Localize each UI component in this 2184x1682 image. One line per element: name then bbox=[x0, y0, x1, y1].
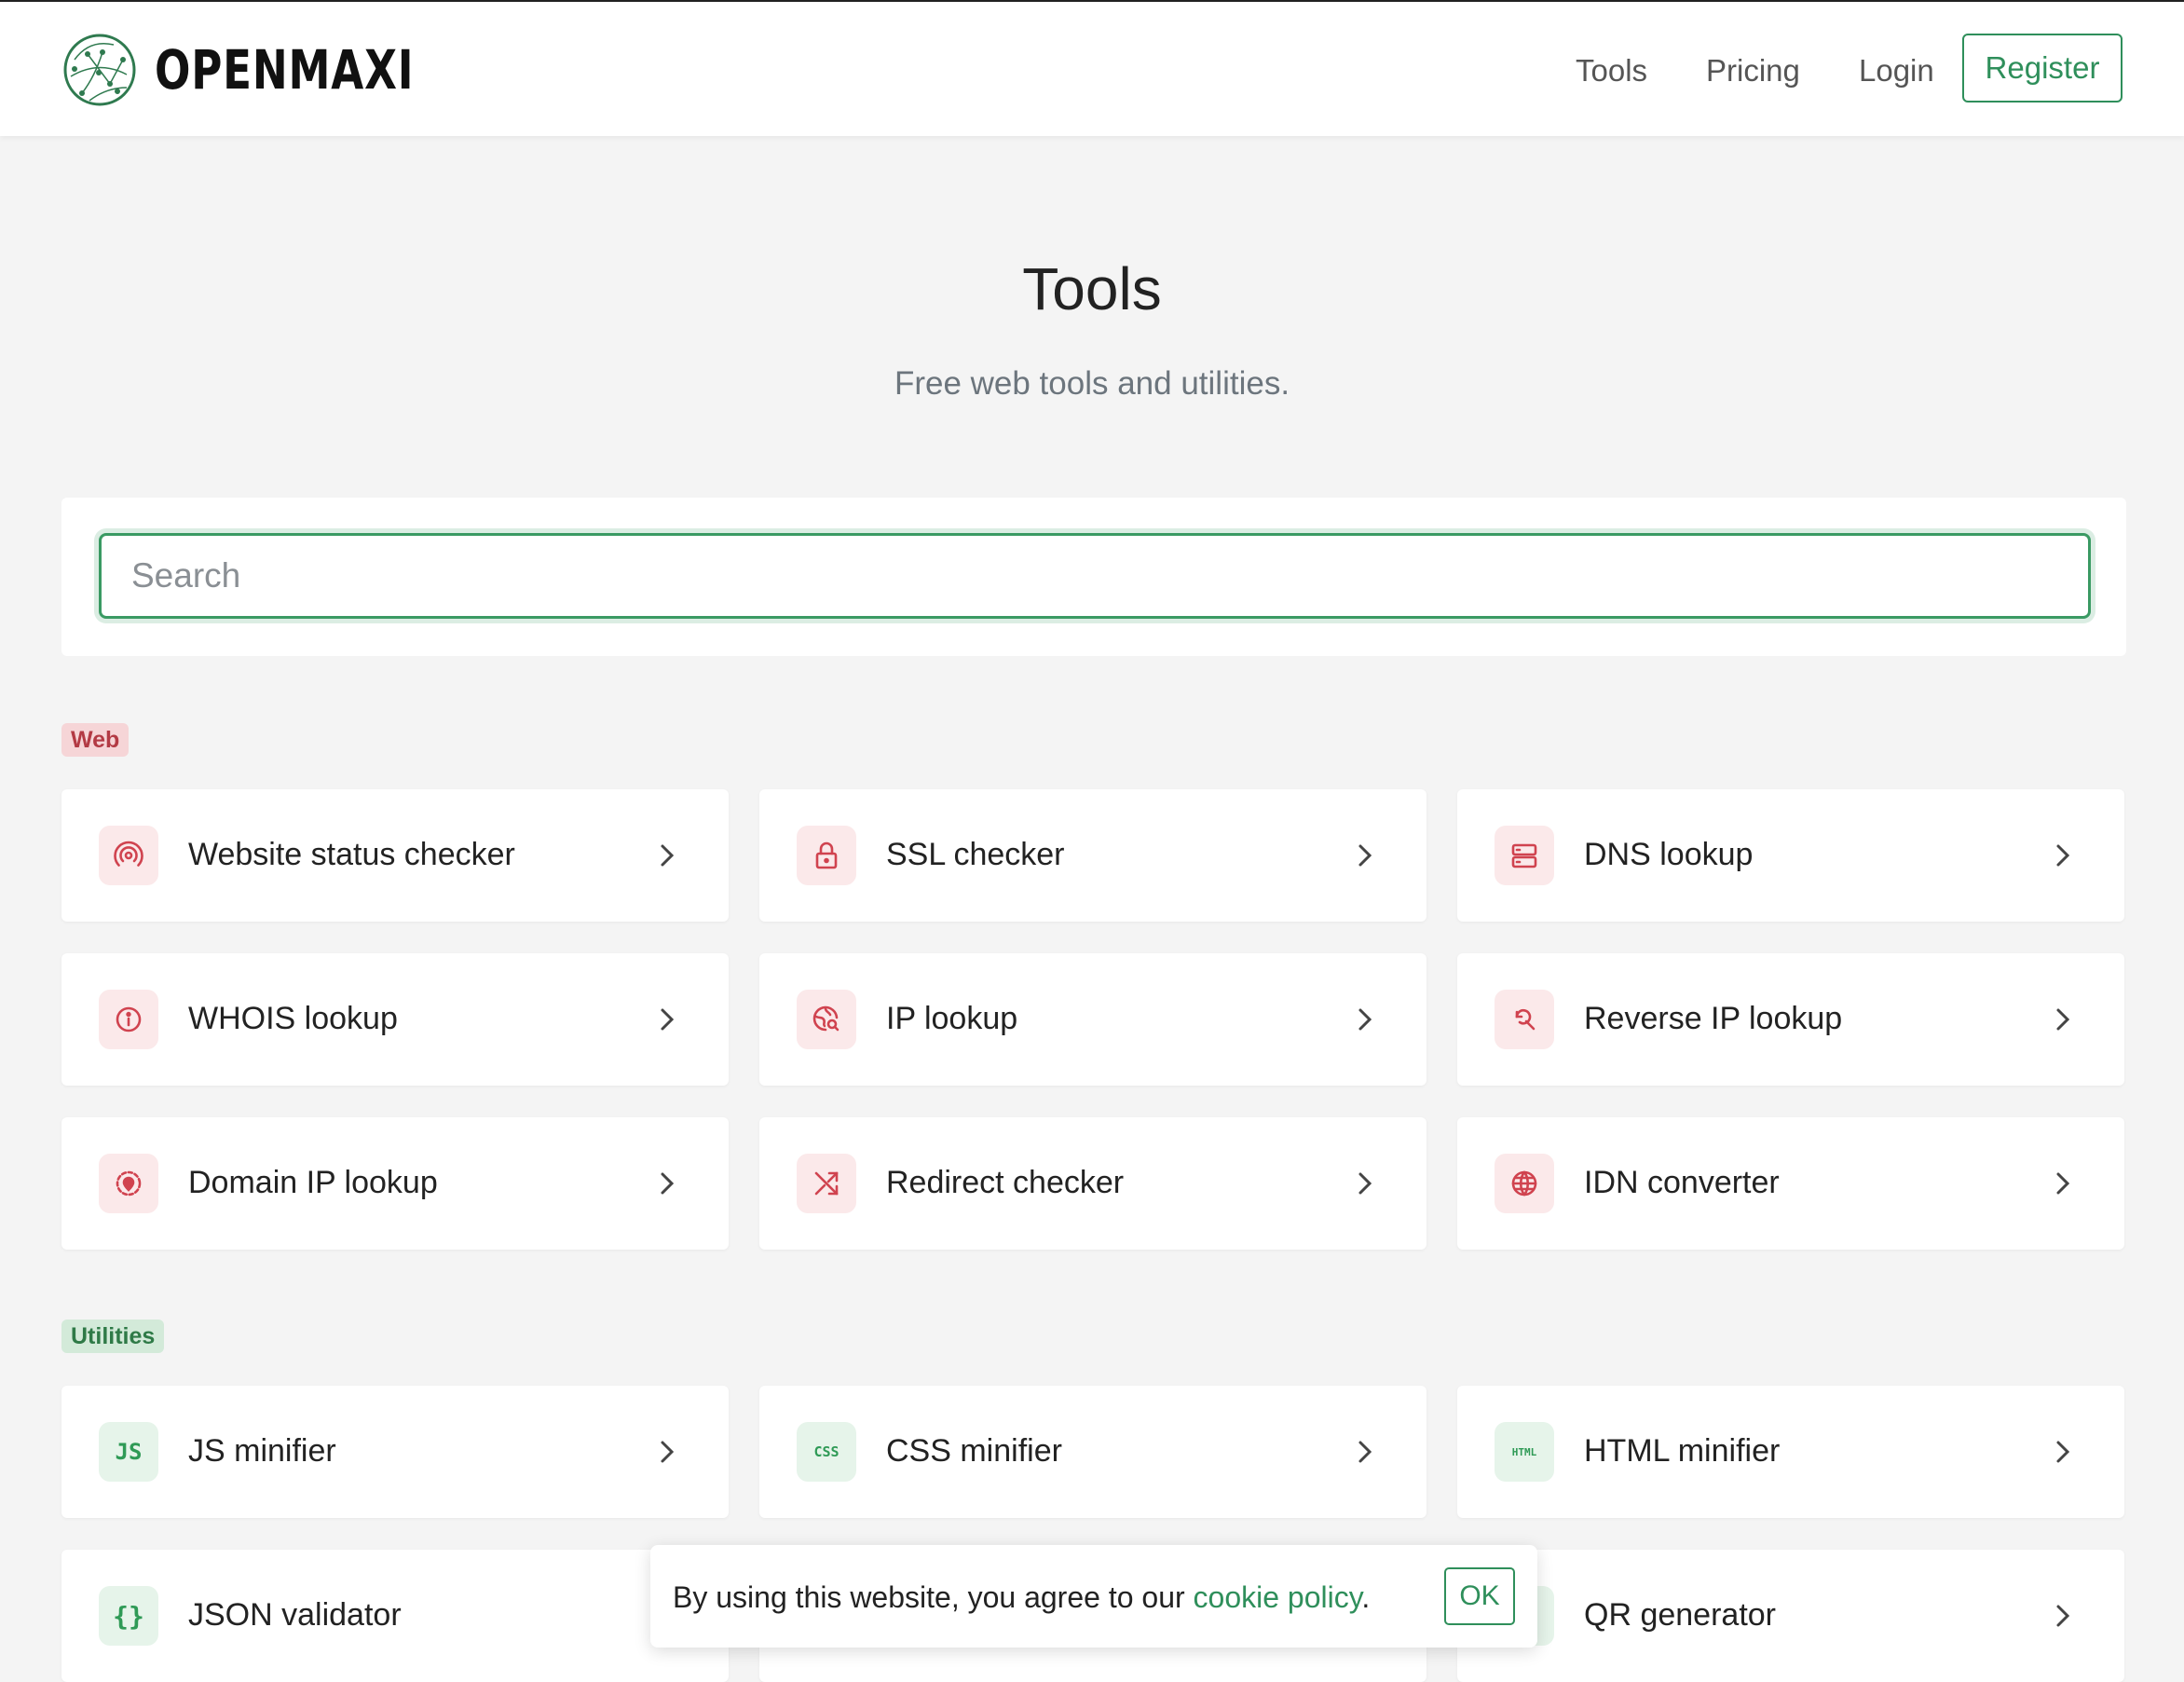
chevron-right-icon bbox=[661, 844, 675, 867]
info-icon bbox=[99, 990, 158, 1049]
broadcast-icon bbox=[99, 826, 158, 885]
tool-label: DNS lookup bbox=[1584, 837, 1754, 872]
chevron-right-icon bbox=[661, 1008, 675, 1031]
tool-label: Website status checker bbox=[188, 837, 515, 872]
chevron-right-icon bbox=[661, 1441, 675, 1463]
tool-label: Redirect checker bbox=[886, 1165, 1125, 1200]
search-rotate-icon bbox=[1495, 990, 1554, 1049]
cookie-banner: By using this website, you agree to our … bbox=[650, 1545, 1537, 1648]
tool-card-js-minifier[interactable]: JS JS minifier bbox=[61, 1386, 729, 1518]
brand-name[interactable]: OPENMAXI bbox=[155, 35, 414, 104]
cookie-policy-link[interactable]: cookie policy bbox=[1194, 1580, 1362, 1614]
search-input[interactable] bbox=[99, 533, 2091, 619]
search-card bbox=[61, 498, 2126, 656]
chevron-right-icon bbox=[2056, 844, 2070, 867]
lock-icon bbox=[797, 826, 856, 885]
globe-icon bbox=[1495, 1154, 1554, 1213]
shuffle-icon bbox=[797, 1154, 856, 1213]
cookie-text-after: . bbox=[1361, 1580, 1371, 1614]
tool-label: Reverse IP lookup bbox=[1584, 1001, 1843, 1036]
chevron-right-icon bbox=[2056, 1172, 2070, 1195]
tool-card-qr-generator[interactable]: QR generator bbox=[1457, 1550, 2124, 1682]
tool-card-html-minifier[interactable]: HTML HTML minifier bbox=[1457, 1386, 2124, 1518]
tool-card-idn-converter[interactable]: IDN converter bbox=[1457, 1117, 2124, 1250]
chevron-right-icon bbox=[2056, 1008, 2070, 1031]
globe-search-icon bbox=[797, 990, 856, 1049]
html-icon: HTML bbox=[1495, 1422, 1554, 1482]
tool-card-css-minifier[interactable]: CSS CSS minifier bbox=[759, 1386, 1426, 1518]
chevron-right-icon bbox=[1358, 1008, 1372, 1031]
tool-label: QR generator bbox=[1584, 1597, 1776, 1633]
page-subtitle: Free web tools and utilities. bbox=[894, 365, 1290, 402]
tool-card-redirect-checker[interactable]: Redirect checker bbox=[759, 1117, 1426, 1250]
chevron-right-icon bbox=[2056, 1441, 2070, 1463]
nav-login[interactable]: Login bbox=[1859, 50, 1934, 91]
chevron-right-icon bbox=[1358, 1441, 1372, 1463]
cookie-text-before: By using this website, you agree to our bbox=[673, 1580, 1194, 1614]
location-pin-icon bbox=[99, 1154, 158, 1213]
section-badge-web: Web bbox=[61, 723, 130, 757]
tool-label: Domain IP lookup bbox=[188, 1165, 438, 1200]
tool-card-whois-lookup[interactable]: WHOIS lookup bbox=[61, 953, 729, 1086]
tool-label: IDN converter bbox=[1584, 1165, 1780, 1200]
section-badge-utilities: Utilities bbox=[61, 1320, 165, 1353]
chevron-right-icon bbox=[2056, 1605, 2070, 1627]
page-title: Tools bbox=[1022, 255, 1162, 322]
tool-card-domain-ip-lookup[interactable]: Domain IP lookup bbox=[61, 1117, 729, 1250]
js-icon: JS bbox=[99, 1422, 158, 1482]
nav-tools[interactable]: Tools bbox=[1576, 50, 1647, 91]
register-button[interactable]: Register bbox=[1962, 34, 2123, 103]
tool-label: WHOIS lookup bbox=[188, 1001, 398, 1036]
tool-card-json-validator[interactable]: {} JSON validator bbox=[61, 1550, 729, 1682]
server-icon bbox=[1495, 826, 1554, 885]
chevron-right-icon bbox=[1358, 844, 1372, 867]
tool-label: CSS minifier bbox=[886, 1433, 1062, 1469]
tool-card-ssl-checker[interactable]: SSL checker bbox=[759, 789, 1426, 922]
logo-icon[interactable] bbox=[61, 32, 138, 108]
tool-label: JSON validator bbox=[188, 1597, 402, 1633]
css-icon: CSS bbox=[797, 1422, 856, 1482]
tool-card-website-status-checker[interactable]: Website status checker bbox=[61, 789, 729, 922]
tool-card-ip-lookup[interactable]: IP lookup bbox=[759, 953, 1426, 1086]
tool-label: SSL checker bbox=[886, 837, 1065, 872]
chevron-right-icon bbox=[661, 1172, 675, 1195]
tool-label: IP lookup bbox=[886, 1001, 1018, 1036]
nav-pricing[interactable]: Pricing bbox=[1706, 50, 1800, 91]
cookie-text: By using this website, you agree to our … bbox=[673, 1577, 1370, 1618]
tool-card-dns-lookup[interactable]: DNS lookup bbox=[1457, 789, 2124, 922]
cookie-ok-button[interactable]: OK bbox=[1444, 1567, 1515, 1625]
site-header: OPENMAXI Tools Pricing Login Register bbox=[0, 2, 2184, 136]
tool-label: JS minifier bbox=[188, 1433, 336, 1469]
braces-icon: {} bbox=[99, 1586, 158, 1646]
chevron-right-icon bbox=[1358, 1172, 1372, 1195]
tool-card-reverse-ip-lookup[interactable]: Reverse IP lookup bbox=[1457, 953, 2124, 1086]
tool-label: HTML minifier bbox=[1584, 1433, 1781, 1469]
